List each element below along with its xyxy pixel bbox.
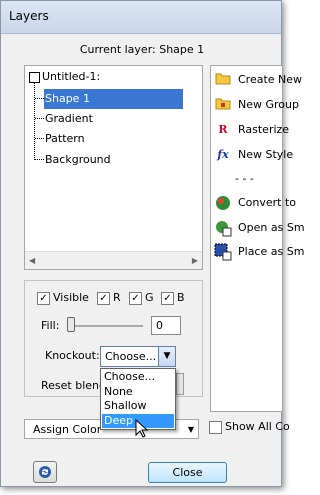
fill-label: Fill: xyxy=(41,319,60,332)
place-smart-icon xyxy=(214,243,232,261)
rasterize-icon: R xyxy=(218,123,228,136)
tree-horizontal-scrollbar[interactable]: ◀ ▶ xyxy=(25,251,202,269)
title-bar: Layers xyxy=(1,1,281,34)
action-new-group[interactable]: New Group xyxy=(214,95,299,115)
action-label: Open as Sm xyxy=(238,221,305,234)
knockout-option-choose[interactable]: Choose... xyxy=(102,370,174,384)
action-label: Create New xyxy=(238,73,303,86)
r-checkbox[interactable]: ✓ R xyxy=(97,291,121,305)
refresh-icon xyxy=(39,466,51,478)
knockout-label: Knockout: xyxy=(45,349,100,362)
scroll-left-icon[interactable]: ◀ xyxy=(29,256,35,265)
convert-icon xyxy=(214,194,232,212)
knockout-option-shallow[interactable]: Shallow xyxy=(102,399,174,413)
tree-item-label: Gradient xyxy=(45,112,93,125)
action-create-new[interactable]: Create New xyxy=(214,70,302,90)
current-layer-label: Current layer: Shape 1 xyxy=(79,43,205,56)
refresh-button[interactable] xyxy=(33,461,57,483)
action-label: Place as Sm xyxy=(238,245,305,258)
check-icon: ✓ xyxy=(37,291,50,305)
folder-icon xyxy=(214,71,232,89)
action-label: New Group xyxy=(238,98,299,111)
knockout-value: Choose... xyxy=(105,350,157,363)
action-label: New Style xyxy=(238,148,294,161)
chevron-down-icon[interactable]: ▼ xyxy=(188,425,194,434)
action-rasterize[interactable]: R Rasterize xyxy=(214,120,289,140)
g-checkbox[interactable]: ✓ G xyxy=(129,291,154,305)
open-smart-icon xyxy=(214,219,232,237)
action-new-style[interactable]: fx New Style xyxy=(214,145,293,165)
window-title: Layers xyxy=(9,9,49,23)
folder-group-icon xyxy=(214,96,232,114)
r-label: R xyxy=(113,291,121,304)
show-all-checkbox[interactable]: Show All Co xyxy=(209,420,290,434)
fill-slider-track[interactable] xyxy=(67,325,143,327)
visible-checkbox[interactable]: ✓ Visible xyxy=(37,291,89,305)
fill-slider-thumb[interactable] xyxy=(67,317,75,332)
tree-item-gradient[interactable]: Gradient xyxy=(44,109,93,129)
action-convert[interactable]: Convert to xyxy=(214,193,296,213)
tree-item-label: Shape 1 xyxy=(45,92,90,105)
assign-color-value: Assign Color xyxy=(33,423,102,436)
tree-connector xyxy=(35,138,44,139)
fx-icon: fx xyxy=(217,148,229,161)
knockout-option-none[interactable]: None xyxy=(102,385,174,399)
close-button[interactable]: Close xyxy=(148,462,227,483)
chevron-down-icon[interactable]: ▼ xyxy=(158,347,175,366)
tree-item-pattern[interactable]: Pattern xyxy=(44,129,85,149)
scroll-right-icon[interactable]: ▶ xyxy=(192,256,198,265)
tree-item-shape-1[interactable]: Shape 1 xyxy=(44,89,183,109)
tree-item-label: Untitled-1: xyxy=(42,70,101,83)
show-all-label: Show All Co xyxy=(225,420,290,433)
separator-label: - - - xyxy=(235,172,254,185)
layer-tree[interactable]: Untitled-1: Shape 1 Gradient Pattern Bac… xyxy=(24,65,203,270)
tree-item-background[interactable]: Background xyxy=(44,150,111,170)
layers-dialog: Layers Current layer: Shape 1 Untitled-1… xyxy=(0,0,305,487)
actions-list: Create New New Group R Rasterize fx New St… xyxy=(210,65,305,412)
tree-connector xyxy=(35,118,44,119)
tree-item-root[interactable]: Untitled-1: xyxy=(41,67,100,87)
mouse-cursor-icon xyxy=(135,419,149,438)
action-open-smart[interactable]: Open as Sm xyxy=(214,218,305,238)
tree-connector xyxy=(35,159,44,160)
reset-blending-label[interactable]: Reset blending xyxy=(41,379,100,392)
fill-input[interactable]: 0 xyxy=(151,316,181,335)
actions-separator: - - - xyxy=(235,169,254,189)
b-checkbox[interactable]: ✓ B xyxy=(161,291,185,305)
check-icon: ✓ xyxy=(129,291,142,305)
visible-label: Visible xyxy=(53,291,89,304)
check-icon: ✓ xyxy=(161,291,174,305)
action-label: Convert to xyxy=(238,196,297,209)
tree-connector xyxy=(34,82,36,160)
knockout-select[interactable]: Choose... ▼ xyxy=(100,346,176,367)
tree-item-label: Pattern xyxy=(45,132,85,145)
reset-blending-button[interactable] xyxy=(176,373,184,395)
tree-item-label: Background xyxy=(45,153,111,166)
checkbox-box xyxy=(209,420,222,434)
action-place-smart[interactable]: Place as Sm xyxy=(214,242,304,262)
check-icon: ✓ xyxy=(97,291,110,305)
tree-connector xyxy=(35,98,44,99)
g-label: G xyxy=(145,291,154,304)
action-label: Rasterize xyxy=(238,123,290,136)
current-layer: Current layer: Shape 1 xyxy=(1,43,283,56)
b-label: B xyxy=(177,291,185,304)
